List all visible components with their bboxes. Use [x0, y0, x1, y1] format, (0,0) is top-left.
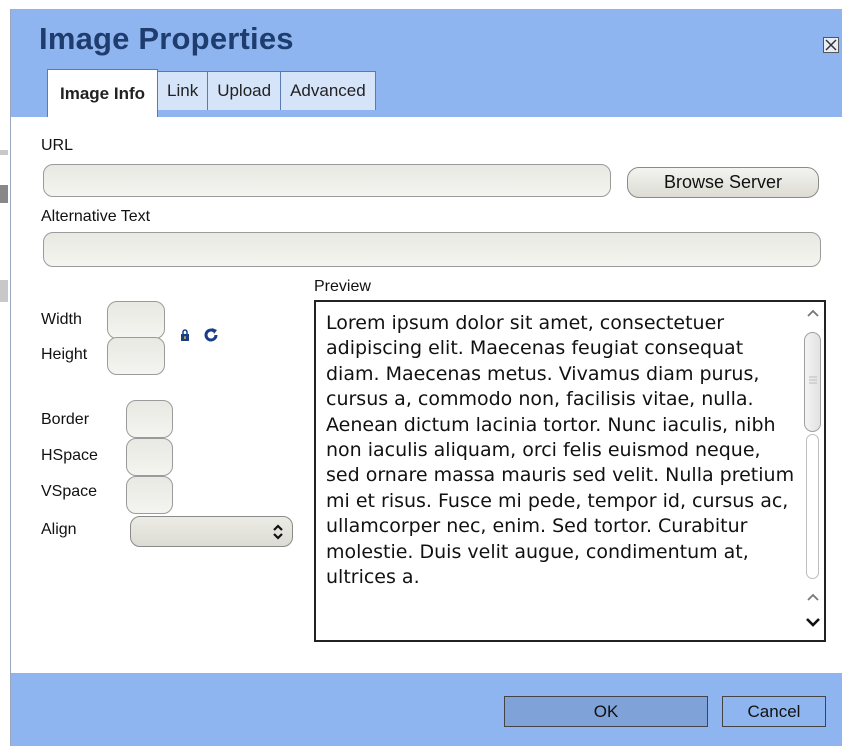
tab-upload[interactable]: Upload	[207, 71, 282, 110]
background-page	[0, 0, 10, 746]
height-input[interactable]	[107, 337, 165, 375]
preview-scrollbar[interactable]	[802, 302, 824, 640]
lock-icon[interactable]	[180, 329, 190, 341]
tab-advanced[interactable]: Advanced	[280, 71, 376, 110]
image-properties-dialog: Image Properties Image Info Link Upload …	[10, 9, 842, 746]
scroll-thumb[interactable]	[804, 332, 821, 432]
dialog-title: Image Properties	[39, 21, 294, 56]
dialog-titlebar: Image Properties Image Info Link Upload …	[11, 9, 842, 117]
background-fragment	[0, 280, 8, 302]
hspace-label: HSpace	[41, 447, 98, 464]
align-label: Align	[41, 521, 77, 538]
width-input[interactable]	[107, 301, 165, 339]
background-fragment	[0, 150, 8, 155]
scroll-down-icon[interactable]	[805, 616, 821, 628]
hspace-input[interactable]	[126, 438, 173, 476]
scroll-trough[interactable]	[806, 434, 819, 579]
close-icon	[825, 39, 837, 51]
preview-label: Preview	[314, 278, 371, 295]
scroll-up-icon[interactable]	[806, 308, 820, 318]
preview-box[interactable]: Lorem ipsum dolor sit amet, consectetuer…	[314, 300, 826, 642]
select-arrows-icon	[273, 524, 283, 540]
align-select[interactable]	[130, 516, 293, 547]
reset-size-icon[interactable]	[202, 326, 220, 344]
height-label: Height	[41, 346, 88, 363]
scroll-up-small-icon[interactable]	[806, 592, 820, 602]
vspace-input[interactable]	[126, 476, 173, 514]
cancel-button[interactable]: Cancel	[722, 696, 826, 727]
tab-image-info[interactable]: Image Info	[47, 69, 159, 117]
border-input[interactable]	[126, 400, 173, 438]
grip-icon	[809, 376, 817, 384]
url-label: URL	[41, 137, 74, 154]
preview-text: Lorem ipsum dolor sit amet, consectetuer…	[326, 312, 795, 589]
width-label: Width	[41, 311, 82, 328]
browse-server-button[interactable]: Browse Server	[627, 167, 819, 198]
background-fragment	[0, 185, 8, 203]
close-button[interactable]	[823, 37, 839, 53]
tab-bar: Image Info Link Upload Advanced	[47, 69, 376, 117]
border-label: Border	[41, 411, 90, 428]
tab-link[interactable]: Link	[157, 71, 209, 110]
alt-text-label: Alternative Text	[41, 208, 151, 225]
alt-text-input[interactable]	[43, 232, 821, 267]
dialog-footer	[11, 673, 842, 746]
vspace-label: VSpace	[41, 483, 98, 500]
url-input[interactable]	[43, 164, 611, 197]
ok-button[interactable]: OK	[504, 696, 708, 727]
